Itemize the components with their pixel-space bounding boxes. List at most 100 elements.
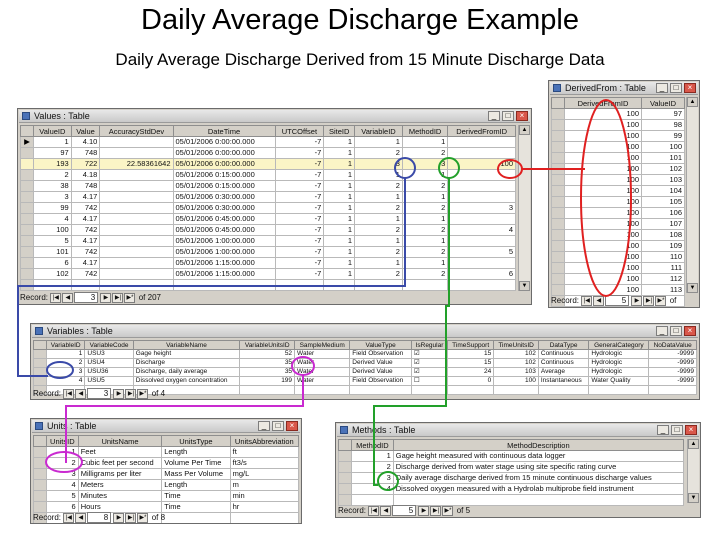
- table-row[interactable]: 1 USU3 Gage height 52 Water Field Observation…: [33, 349, 697, 359]
- close-icon[interactable]: ×: [286, 421, 298, 431]
- table-row[interactable]: 2 Discharge derived from water stage usin…: [338, 461, 685, 473]
- table-cell[interactable]: 748: [70, 180, 101, 192]
- table-cell[interactable]: Gage height measured with continuous dat…: [392, 450, 685, 462]
- table-cell[interactable]: 104: [641, 185, 685, 197]
- table-cell[interactable]: 2: [354, 246, 403, 258]
- table-cell[interactable]: 3: [46, 468, 79, 480]
- scroll-up-icon[interactable]: ▲: [519, 125, 530, 135]
- table-cell[interactable]: 4: [46, 479, 79, 491]
- table-cell[interactable]: 2: [354, 147, 403, 159]
- column-header[interactable]: ValueType: [349, 340, 412, 350]
- table-cell[interactable]: min: [229, 490, 300, 502]
- current-record-field[interactable]: 8: [87, 512, 112, 523]
- table-cell[interactable]: 2: [401, 180, 449, 192]
- table-cell[interactable]: [447, 235, 516, 247]
- column-header[interactable]: VariableID: [45, 340, 86, 350]
- table-cell[interactable]: USU36: [84, 367, 134, 377]
- table-cell[interactable]: 1: [401, 235, 449, 247]
- table-cell[interactable]: -7: [274, 136, 325, 148]
- column-header[interactable]: ValueID: [641, 97, 685, 109]
- table-row[interactable]: 100 98: [551, 119, 685, 131]
- table-cell[interactable]: 742: [70, 246, 101, 258]
- table-cell[interactable]: 722: [70, 158, 101, 170]
- table-row[interactable]: 101 742 05/01/2006 1:00:00.000 -7 1 2 2 5: [20, 246, 516, 258]
- table-cell[interactable]: 2: [354, 268, 403, 280]
- table-cell[interactable]: 100: [563, 240, 643, 252]
- table-row[interactable]: 100 101: [551, 152, 685, 164]
- table-cell[interactable]: Water: [294, 349, 351, 359]
- maximize-icon[interactable]: □: [671, 425, 683, 435]
- table-cell[interactable]: USU3: [84, 349, 134, 359]
- maximize-icon[interactable]: □: [502, 111, 514, 121]
- column-header[interactable]: TimeSupport: [447, 340, 495, 350]
- close-icon[interactable]: ×: [685, 425, 697, 435]
- table-cell[interactable]: 100: [447, 158, 516, 170]
- previous-record-icon[interactable]: ◀: [380, 505, 392, 516]
- table-cell[interactable]: 1: [401, 213, 449, 225]
- table-cell[interactable]: 4.10: [70, 136, 101, 148]
- table-cell[interactable]: 38: [33, 180, 72, 192]
- next-record-icon[interactable]: ▶: [113, 512, 125, 523]
- current-record-field[interactable]: 5: [392, 505, 417, 517]
- table-row[interactable]: 102 742 05/01/2006 1:15:00.000 -7 1 2 2 6: [20, 268, 516, 280]
- new-record-icon[interactable]: ▶*: [137, 388, 149, 399]
- column-header[interactable]: MethodDescription: [392, 439, 685, 451]
- table-cell[interactable]: 2: [401, 224, 449, 236]
- table-cell[interactable]: USU5: [84, 376, 134, 386]
- table-cell[interactable]: Cubic feet per second: [77, 457, 163, 469]
- table-cell[interactable]: [99, 224, 174, 236]
- table-cell[interactable]: Hydrologic: [588, 349, 650, 359]
- table-cell[interactable]: 15: [447, 349, 495, 359]
- scroll-up-icon[interactable]: ▲: [688, 439, 699, 449]
- table-cell[interactable]: 1: [401, 136, 449, 148]
- table-cell[interactable]: USU4: [84, 358, 134, 368]
- table-cell[interactable]: [99, 191, 174, 203]
- table-cell[interactable]: 4.17: [70, 191, 101, 203]
- row-selector[interactable]: [338, 472, 352, 484]
- table-cell[interactable]: 1: [351, 450, 394, 462]
- minimize-icon[interactable]: _: [656, 326, 668, 336]
- table-cell[interactable]: 1: [323, 246, 356, 258]
- row-selector[interactable]: [20, 169, 34, 181]
- table-cell[interactable]: 102: [33, 268, 72, 280]
- table-cell[interactable]: 05/01/2006 0:00:00.000: [172, 136, 276, 148]
- table-cell[interactable]: [161, 512, 231, 523]
- table-cell[interactable]: 111: [641, 262, 685, 274]
- table-cell[interactable]: Continuous: [537, 358, 590, 368]
- table-cell[interactable]: -7: [274, 246, 325, 258]
- table-cell[interactable]: 1: [323, 147, 356, 159]
- row-selector[interactable]: [551, 196, 565, 208]
- table-cell[interactable]: 1: [354, 257, 403, 269]
- table-cell[interactable]: 05/01/2006 0:30:00.000: [172, 191, 276, 203]
- table-cell[interactable]: [447, 213, 516, 225]
- table-cell[interactable]: -9999: [648, 376, 697, 386]
- table-cell[interactable]: [33, 279, 72, 291]
- table-row[interactable]: 100 100: [551, 141, 685, 153]
- table-row[interactable]: 100 97: [551, 108, 685, 120]
- column-header[interactable]: VariableName: [132, 340, 241, 350]
- row-selector[interactable]: [551, 185, 565, 197]
- table-cell[interactable]: 199: [239, 376, 296, 386]
- row-selector[interactable]: [20, 268, 34, 280]
- table-cell[interactable]: ☑: [410, 358, 449, 368]
- column-header[interactable]: UnitsAbbreviation: [229, 435, 300, 447]
- table-cell[interactable]: Water: [294, 376, 351, 386]
- table-row[interactable]: 100 102: [551, 163, 685, 175]
- maximize-icon[interactable]: □: [670, 83, 682, 93]
- table-cell[interactable]: 1: [323, 202, 356, 214]
- table-cell[interactable]: 105: [641, 196, 685, 208]
- table-cell[interactable]: 3: [33, 191, 72, 203]
- table-cell[interactable]: 97: [641, 108, 685, 120]
- table-cell[interactable]: Discharge, daily average: [132, 367, 241, 377]
- row-selector[interactable]: [33, 349, 47, 359]
- next-record-icon[interactable]: ▶: [418, 505, 430, 516]
- minimize-icon[interactable]: _: [656, 83, 668, 93]
- derivedfrom-titlebar[interactable]: DerivedFrom : Table _ □ ×: [550, 82, 698, 95]
- table-cell[interactable]: 1: [354, 169, 403, 181]
- table-cell[interactable]: Water: [294, 367, 351, 377]
- table-cell[interactable]: 24: [447, 367, 495, 377]
- table-cell[interactable]: Dissolved oxygen concentration: [132, 376, 241, 386]
- table-cell[interactable]: [239, 385, 296, 395]
- table-cell[interactable]: 2: [354, 202, 403, 214]
- table-cell[interactable]: 05/01/2006 0:00:00.000: [172, 147, 276, 159]
